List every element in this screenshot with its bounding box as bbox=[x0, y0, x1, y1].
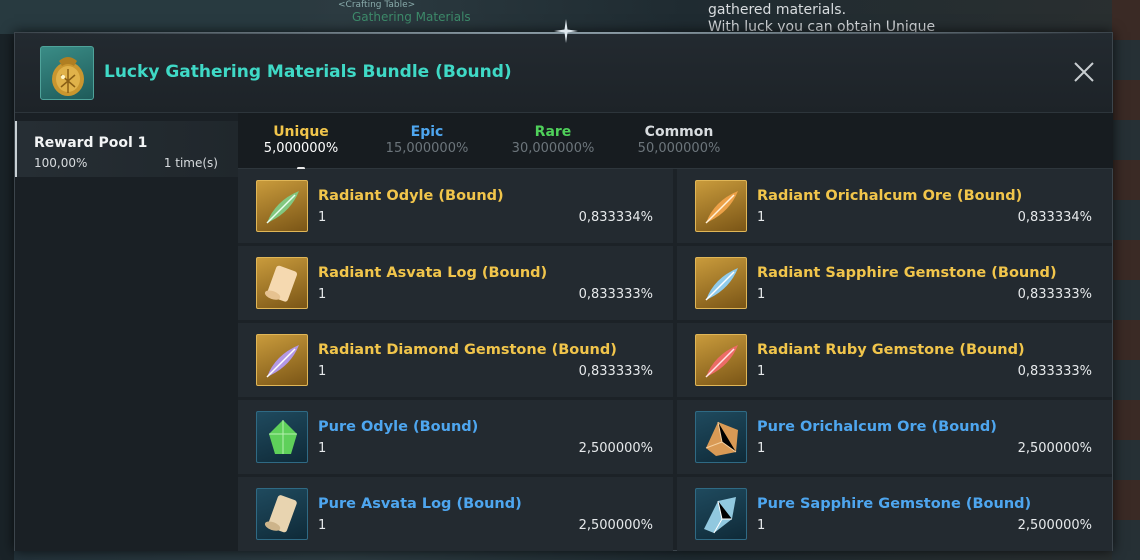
background-left-strip bbox=[0, 34, 14, 560]
item-drop-rate: 0,833333% bbox=[1017, 364, 1092, 379]
reward-items-grid: Radiant Odyle (Bound) 1 0,833334% Radian… bbox=[238, 169, 1113, 551]
item-drop-rate: 2,500000% bbox=[578, 518, 653, 533]
tab-label: Common bbox=[644, 124, 714, 140]
background-side-strip bbox=[1112, 0, 1140, 560]
item-drop-rate: 2,500000% bbox=[1017, 518, 1092, 533]
tab-percent: 15,000000% bbox=[385, 141, 469, 156]
rarity-tabs: Unique 5,000000% Epic 15,000000% Rare 30… bbox=[238, 113, 1113, 170]
reward-dialog: Lucky Gathering Materials Bundle (Bound)… bbox=[14, 19, 1113, 551]
reward-pool-item[interactable]: Reward Pool 1 100,00% 1 time(s) bbox=[15, 121, 238, 177]
scroll-icon bbox=[256, 488, 308, 540]
item-quantity: 1 bbox=[318, 441, 327, 456]
item-quantity: 1 bbox=[757, 287, 766, 302]
tab-label: Unique bbox=[273, 124, 329, 140]
item-name: Radiant Sapphire Gemstone (Bound) bbox=[757, 265, 1057, 281]
item-name: Radiant Orichalcum Ore (Bound) bbox=[757, 188, 1023, 204]
item-drop-rate: 2,500000% bbox=[578, 441, 653, 456]
item-name: Radiant Odyle (Bound) bbox=[318, 188, 504, 204]
item-name: Pure Orichalcum Ore (Bound) bbox=[757, 419, 997, 435]
reward-item[interactable]: Pure Odyle (Bound) 1 2,500000% bbox=[238, 400, 673, 474]
feather-icon bbox=[695, 334, 747, 386]
feather-icon bbox=[256, 334, 308, 386]
item-name: Radiant Diamond Gemstone (Bound) bbox=[318, 342, 617, 358]
reward-item[interactable]: Radiant Diamond Gemstone (Bound) 1 0,833… bbox=[238, 323, 673, 397]
bundle-bag-icon bbox=[40, 46, 94, 100]
item-quantity: 1 bbox=[318, 518, 327, 533]
item-quantity: 1 bbox=[757, 518, 766, 533]
item-drop-rate: 2,500000% bbox=[1017, 441, 1092, 456]
item-drop-rate: 0,833333% bbox=[1017, 287, 1092, 302]
close-button[interactable] bbox=[1071, 59, 1097, 85]
item-drop-rate: 0,833333% bbox=[578, 287, 653, 302]
item-drop-rate: 0,833333% bbox=[578, 364, 653, 379]
background-tooltip-text: gathered materials. With luck you can ob… bbox=[708, 2, 936, 35]
tab-label: Rare bbox=[534, 124, 572, 140]
feather-icon bbox=[256, 180, 308, 232]
tab-common[interactable]: Common 50,000000% bbox=[616, 113, 742, 169]
tab-epic[interactable]: Epic 15,000000% bbox=[364, 113, 490, 169]
item-name: Pure Odyle (Bound) bbox=[318, 419, 479, 435]
reward-item[interactable]: Radiant Orichalcum Ore (Bound) 1 0,83333… bbox=[677, 169, 1112, 243]
reward-pool-times: 1 time(s) bbox=[163, 156, 218, 170]
item-quantity: 1 bbox=[757, 210, 766, 225]
feather-icon bbox=[695, 257, 747, 309]
item-quantity: 1 bbox=[757, 364, 766, 379]
reward-pool-sidebar: Reward Pool 1 100,00% 1 time(s) bbox=[15, 113, 238, 551]
item-quantity: 1 bbox=[757, 441, 766, 456]
reward-pool-name: Reward Pool 1 bbox=[34, 135, 148, 151]
item-quantity: 1 bbox=[318, 287, 327, 302]
crystal-icon bbox=[695, 488, 747, 540]
reward-item[interactable]: Pure Sapphire Gemstone (Bound) 1 2,50000… bbox=[677, 477, 1112, 551]
tab-percent: 5,000000% bbox=[263, 141, 339, 156]
reward-item[interactable]: Pure Asvata Log (Bound) 1 2,500000% bbox=[238, 477, 673, 551]
gem-icon bbox=[256, 411, 308, 463]
tab-percent: 50,000000% bbox=[637, 141, 721, 156]
dialog-title: Lucky Gathering Materials Bundle (Bound) bbox=[104, 62, 512, 82]
item-name: Radiant Asvata Log (Bound) bbox=[318, 265, 548, 281]
feather-icon bbox=[695, 180, 747, 232]
item-quantity: 1 bbox=[318, 210, 327, 225]
tab-label: Epic bbox=[410, 124, 444, 140]
reward-pool-percent: 100,00% bbox=[34, 156, 88, 170]
tab-rare[interactable]: Rare 30,000000% bbox=[490, 113, 616, 169]
background-label-secondary: Gathering Materials bbox=[352, 10, 471, 24]
item-name: Radiant Ruby Gemstone (Bound) bbox=[757, 342, 1025, 358]
reward-item[interactable]: Radiant Odyle (Bound) 1 0,833334% bbox=[238, 169, 673, 243]
ore-icon bbox=[695, 411, 747, 463]
item-name: Pure Asvata Log (Bound) bbox=[318, 496, 522, 512]
item-quantity: 1 bbox=[318, 364, 327, 379]
item-name: Pure Sapphire Gemstone (Bound) bbox=[757, 496, 1032, 512]
dialog-header: Lucky Gathering Materials Bundle (Bound) bbox=[15, 33, 1112, 113]
item-drop-rate: 0,833334% bbox=[1017, 210, 1092, 225]
tab-unique[interactable]: Unique 5,000000% bbox=[238, 113, 364, 170]
reward-item[interactable]: Pure Orichalcum Ore (Bound) 1 2,500000% bbox=[677, 400, 1112, 474]
background-panel bbox=[0, 0, 300, 34]
scroll-icon bbox=[256, 257, 308, 309]
reward-item[interactable]: Radiant Sapphire Gemstone (Bound) 1 0,83… bbox=[677, 246, 1112, 320]
tab-percent: 30,000000% bbox=[511, 141, 595, 156]
reward-item[interactable]: Radiant Ruby Gemstone (Bound) 1 0,833333… bbox=[677, 323, 1112, 397]
star-ornament-icon bbox=[554, 19, 578, 43]
close-icon bbox=[1074, 62, 1094, 82]
background-label: <Crafting Table> bbox=[338, 0, 416, 10]
reward-item[interactable]: Radiant Asvata Log (Bound) 1 0,833333% bbox=[238, 246, 673, 320]
item-drop-rate: 0,833334% bbox=[578, 210, 653, 225]
